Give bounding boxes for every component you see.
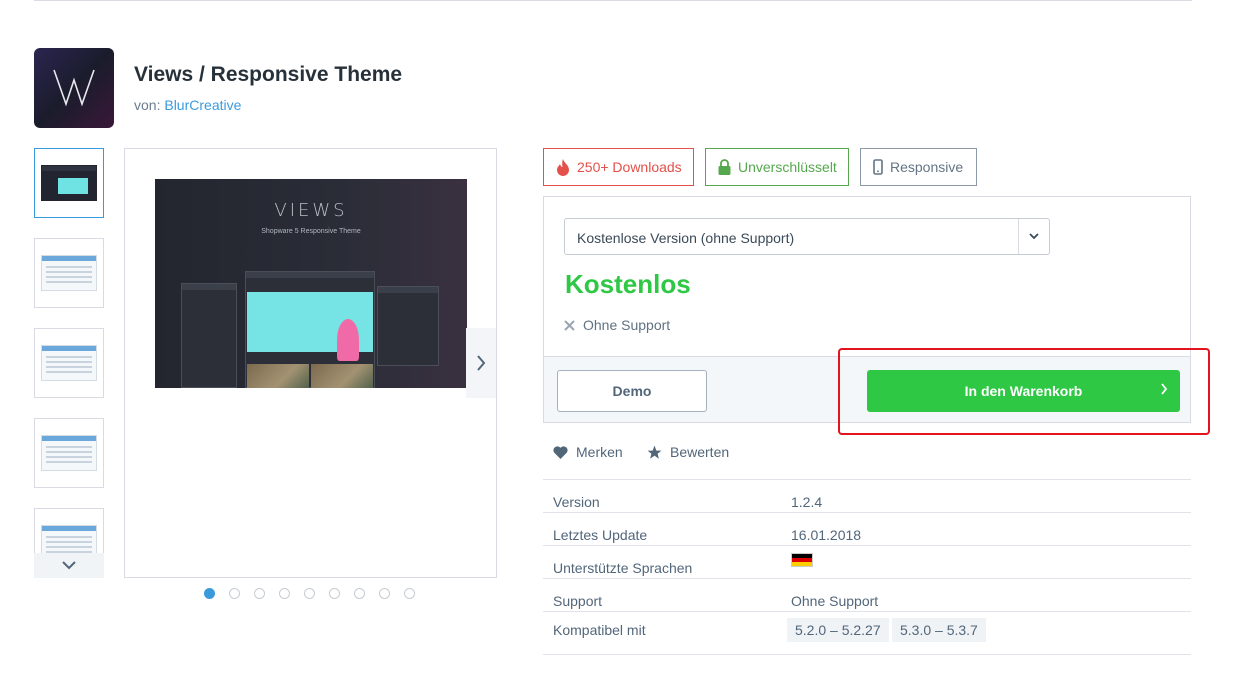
gallery-pagination: [204, 588, 415, 599]
lock-icon: [718, 159, 731, 175]
demo-button[interactable]: Demo: [557, 370, 707, 412]
downloads-text: 250+ Downloads: [577, 159, 682, 175]
detail-label: Letztes Update: [553, 527, 648, 543]
downloads-badge: 250+ Downloads: [543, 148, 694, 186]
detail-value: 16.01.2018: [791, 527, 862, 543]
version-select[interactable]: Kostenlose Version (ohne Support): [564, 218, 1050, 255]
main-product-image[interactable]: VIEWS Shopware 5 Responsive Theme: [155, 179, 467, 388]
x-icon: [564, 319, 575, 331]
hero-brand-text: VIEWS: [274, 200, 348, 221]
product-details-table: Version 1.2.4 Letztes Update 16.01.2018 …: [543, 479, 1191, 655]
german-flag-icon: [791, 553, 813, 567]
encryption-text: Unverschlüsselt: [738, 159, 837, 175]
main-image-frame: VIEWS Shopware 5 Responsive Theme: [124, 148, 497, 578]
gallery-dot-1[interactable]: [204, 588, 215, 599]
views-logo-icon: [53, 69, 95, 107]
detail-row-languages: Unterstützte Sprachen: [543, 545, 1191, 578]
gallery-dot-7[interactable]: [354, 588, 365, 599]
responsive-text: Responsive: [890, 159, 964, 175]
thumbnail-1[interactable]: [34, 148, 104, 218]
detail-row-compat: Kompatibel mit 5.2.0 – 5.2.27 5.3.0 – 5.…: [543, 611, 1191, 655]
detail-label: Kompatibel mit: [553, 622, 646, 638]
hero-window-left: [181, 283, 237, 388]
version-select-value: Kostenlose Version (ohne Support): [577, 230, 795, 246]
gallery-dot-3[interactable]: [254, 588, 265, 599]
hero-window-right: [377, 286, 439, 366]
feature-item: Ohne Support: [564, 317, 670, 333]
gallery-dot-5[interactable]: [304, 588, 315, 599]
thumbnail-3[interactable]: [34, 328, 104, 398]
price-label: Kostenlos: [565, 269, 691, 299]
detail-label: Unterstützte Sprachen: [553, 560, 693, 576]
feature-text: Ohne Support: [583, 317, 671, 333]
gallery-dot-8[interactable]: [379, 588, 390, 599]
chevron-down-icon: [62, 561, 76, 570]
product-logo: [34, 48, 114, 128]
thumbnail-2[interactable]: [34, 238, 104, 308]
bewerten-label: Bewerten: [670, 444, 730, 460]
author-link[interactable]: BlurCreative: [164, 97, 241, 113]
flame-icon: [557, 158, 569, 176]
heart-icon: [553, 445, 568, 459]
top-divider: [34, 0, 1192, 1]
detail-row-support: Support Ohne Support: [543, 578, 1191, 611]
chevron-right-icon: [477, 355, 486, 371]
detail-row-version: Version 1.2.4: [543, 479, 1191, 512]
product-byline: von: BlurCreative: [134, 97, 241, 113]
select-chevron[interactable]: [1018, 219, 1049, 254]
merken-link[interactable]: Merken: [553, 444, 623, 460]
detail-label: Version: [553, 494, 600, 510]
gallery-dot-4[interactable]: [279, 588, 290, 599]
thumbnails-scroll-down[interactable]: [34, 553, 104, 578]
hero-photo-2: [311, 364, 373, 388]
hero-photo-1: [247, 364, 309, 388]
detail-value: 1.2.4: [791, 494, 823, 510]
hero-model-figure: [337, 319, 359, 361]
encryption-badge: Unverschlüsselt: [705, 148, 849, 186]
gallery-next-button[interactable]: [466, 328, 496, 398]
compat-tag: 5.3.0 – 5.3.7: [892, 618, 986, 642]
chevron-down-icon: [1029, 233, 1039, 240]
detail-row-update: Letztes Update 16.01.2018: [543, 512, 1191, 545]
responsive-badge: Responsive: [860, 148, 977, 186]
detail-label: Support: [553, 593, 603, 609]
mobile-icon: [873, 159, 883, 175]
byline-prefix: von:: [134, 97, 161, 113]
gallery-dot-2[interactable]: [229, 588, 240, 599]
detail-value: Ohne Support: [791, 593, 879, 609]
thumbnail-strip: [34, 148, 104, 578]
compat-tag: 5.2.0 – 5.2.27: [787, 618, 889, 642]
product-title: Views / Responsive Theme: [134, 63, 403, 86]
hero-subtitle: Shopware 5 Responsive Theme: [261, 228, 361, 235]
star-icon: [647, 445, 662, 459]
thumbnail-4[interactable]: [34, 418, 104, 488]
gallery-dot-6[interactable]: [329, 588, 340, 599]
gallery-dot-9[interactable]: [404, 588, 415, 599]
bewerten-link[interactable]: Bewerten: [647, 444, 729, 460]
merken-label: Merken: [576, 444, 623, 460]
cart-highlight-box: [838, 348, 1210, 435]
